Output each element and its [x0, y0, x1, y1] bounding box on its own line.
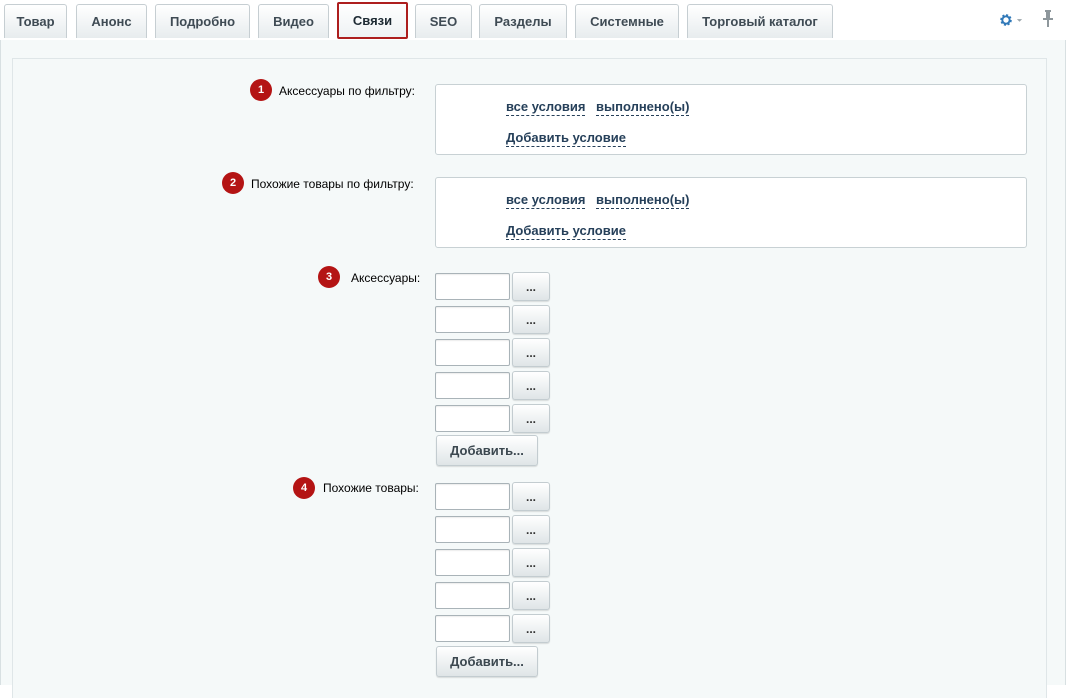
- tab-svyazi[interactable]: Связи: [337, 2, 408, 39]
- tab-bar: Товар Анонс Подробно Видео Связи SEO Раз…: [0, 0, 1066, 40]
- similar-filter-add-condition-link[interactable]: Добавить условие: [506, 223, 626, 240]
- accessories-filter-add-condition-link[interactable]: Добавить условие: [506, 130, 626, 147]
- tab-razdely[interactable]: Разделы: [479, 4, 567, 38]
- similar-browse-button[interactable]: ...: [512, 581, 550, 610]
- pin-icon: [1043, 10, 1053, 27]
- accessories-filter-box: все условия выполнено(ы) Добавить услови…: [435, 84, 1027, 155]
- section-2-badge: 2: [222, 172, 244, 194]
- settings-button[interactable]: [999, 10, 1023, 30]
- similar-filter-box: все условия выполнено(ы) Добавить услови…: [435, 177, 1027, 248]
- similar-input[interactable]: [435, 615, 510, 642]
- similar-browse-button[interactable]: ...: [512, 482, 550, 511]
- accessories-label: Аксессуары:: [351, 271, 421, 285]
- accessory-browse-button[interactable]: ...: [512, 338, 550, 367]
- tab-podrobno[interactable]: Подробно: [155, 4, 250, 38]
- accessory-add-button[interactable]: Добавить...: [436, 435, 538, 466]
- accessories-filter-label: Аксессуары по фильтру:: [279, 84, 416, 98]
- similar-input[interactable]: [435, 516, 510, 543]
- similar-filter-label: Похожие товары по фильтру:: [251, 177, 414, 191]
- tab-sistemnye[interactable]: Системные: [575, 4, 679, 38]
- similar-filter-fulfilled-link[interactable]: выполнено(ы): [596, 192, 690, 209]
- accessory-browse-button[interactable]: ...: [512, 305, 550, 334]
- gear-icon: [1000, 14, 1012, 26]
- tab-tovar[interactable]: Товар: [4, 4, 67, 38]
- similar-browse-button[interactable]: ...: [512, 515, 550, 544]
- similar-add-button[interactable]: Добавить...: [436, 646, 538, 677]
- similar-input[interactable]: [435, 582, 510, 609]
- section-4-badge: 4: [293, 477, 315, 499]
- accessory-input[interactable]: [435, 339, 510, 366]
- accessories-filter-fulfilled-link[interactable]: выполнено(ы): [596, 99, 690, 116]
- tab-seo[interactable]: SEO: [415, 4, 472, 38]
- similar-filter-all-conditions-link[interactable]: все условия: [506, 192, 586, 209]
- similar-input[interactable]: [435, 549, 510, 576]
- tab-video[interactable]: Видео: [258, 4, 329, 38]
- section-3-badge: 3: [318, 266, 340, 288]
- similar-browse-button[interactable]: ...: [512, 548, 550, 577]
- accessory-input[interactable]: [435, 273, 510, 300]
- pin-button[interactable]: [1041, 9, 1055, 29]
- tab-torgovyy-katalog[interactable]: Торговый каталог: [687, 4, 833, 38]
- similar-browse-button[interactable]: ...: [512, 614, 550, 643]
- accessories-filter-all-conditions-link[interactable]: все условия: [506, 99, 586, 116]
- accessory-input[interactable]: [435, 306, 510, 333]
- accessory-browse-button[interactable]: ...: [512, 272, 550, 301]
- similar-label: Похожие товары:: [323, 481, 419, 495]
- accessory-browse-button[interactable]: ...: [512, 404, 550, 433]
- section-1-badge: 1: [250, 79, 272, 101]
- accessory-input[interactable]: [435, 405, 510, 432]
- similar-input[interactable]: [435, 483, 510, 510]
- chevron-down-icon: [1016, 19, 1023, 22]
- accessory-input[interactable]: [435, 372, 510, 399]
- accessory-browse-button[interactable]: ...: [512, 371, 550, 400]
- tab-anons[interactable]: Анонс: [76, 4, 147, 38]
